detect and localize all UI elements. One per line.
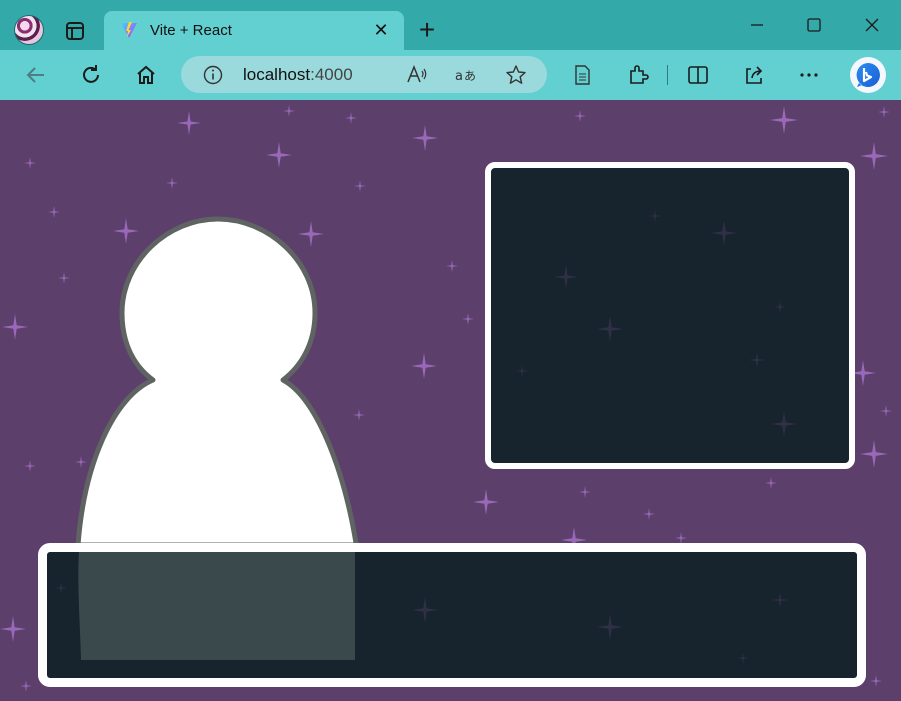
profile-avatar[interactable]	[14, 15, 44, 45]
refresh-icon[interactable]	[77, 61, 105, 89]
split-screen-icon[interactable]	[684, 61, 712, 89]
window-close-button[interactable]	[849, 10, 895, 44]
panel-star-background	[516, 210, 797, 437]
url-host: localhost	[243, 65, 311, 84]
extensions-icon[interactable]	[624, 61, 652, 89]
home-icon[interactable]	[132, 61, 160, 89]
close-icon[interactable]: ✕	[370, 19, 392, 41]
svg-text:あ: あ	[464, 69, 476, 83]
tab-vite-react[interactable]: Vite + React ✕	[104, 11, 404, 50]
back-icon[interactable]	[22, 61, 50, 89]
dialog-panel	[38, 543, 866, 687]
workspaces-icon[interactable]	[62, 18, 88, 44]
svg-text:a: a	[455, 69, 463, 84]
url-port: :4000	[310, 65, 353, 84]
share-icon[interactable]	[740, 61, 768, 89]
url-text[interactable]: localhost:4000	[243, 65, 353, 85]
minimize-button[interactable]	[734, 10, 780, 44]
favorite-star-icon[interactable]	[502, 61, 530, 89]
address-bar[interactable]: localhost:4000 aあ	[181, 56, 547, 93]
read-aloud-icon[interactable]	[403, 61, 431, 89]
reading-view-icon[interactable]	[568, 61, 596, 89]
info-icon[interactable]	[199, 61, 227, 89]
more-icon[interactable]	[795, 61, 823, 89]
vite-favicon	[120, 21, 138, 39]
tab-strip: Vite + React ✕ +	[0, 0, 901, 50]
bing-icon[interactable]	[850, 57, 886, 93]
browser-toolbar: localhost:4000 aあ	[0, 50, 901, 100]
maximize-button[interactable]	[791, 10, 837, 44]
tab-title: Vite + React	[150, 22, 232, 39]
page-viewport	[0, 100, 901, 701]
new-tab-icon[interactable]: +	[414, 16, 440, 44]
translate-icon[interactable]: aあ	[453, 61, 481, 89]
dialog-panel-background	[55, 552, 788, 664]
info-panel	[485, 162, 855, 469]
toolbar-divider	[667, 65, 668, 85]
